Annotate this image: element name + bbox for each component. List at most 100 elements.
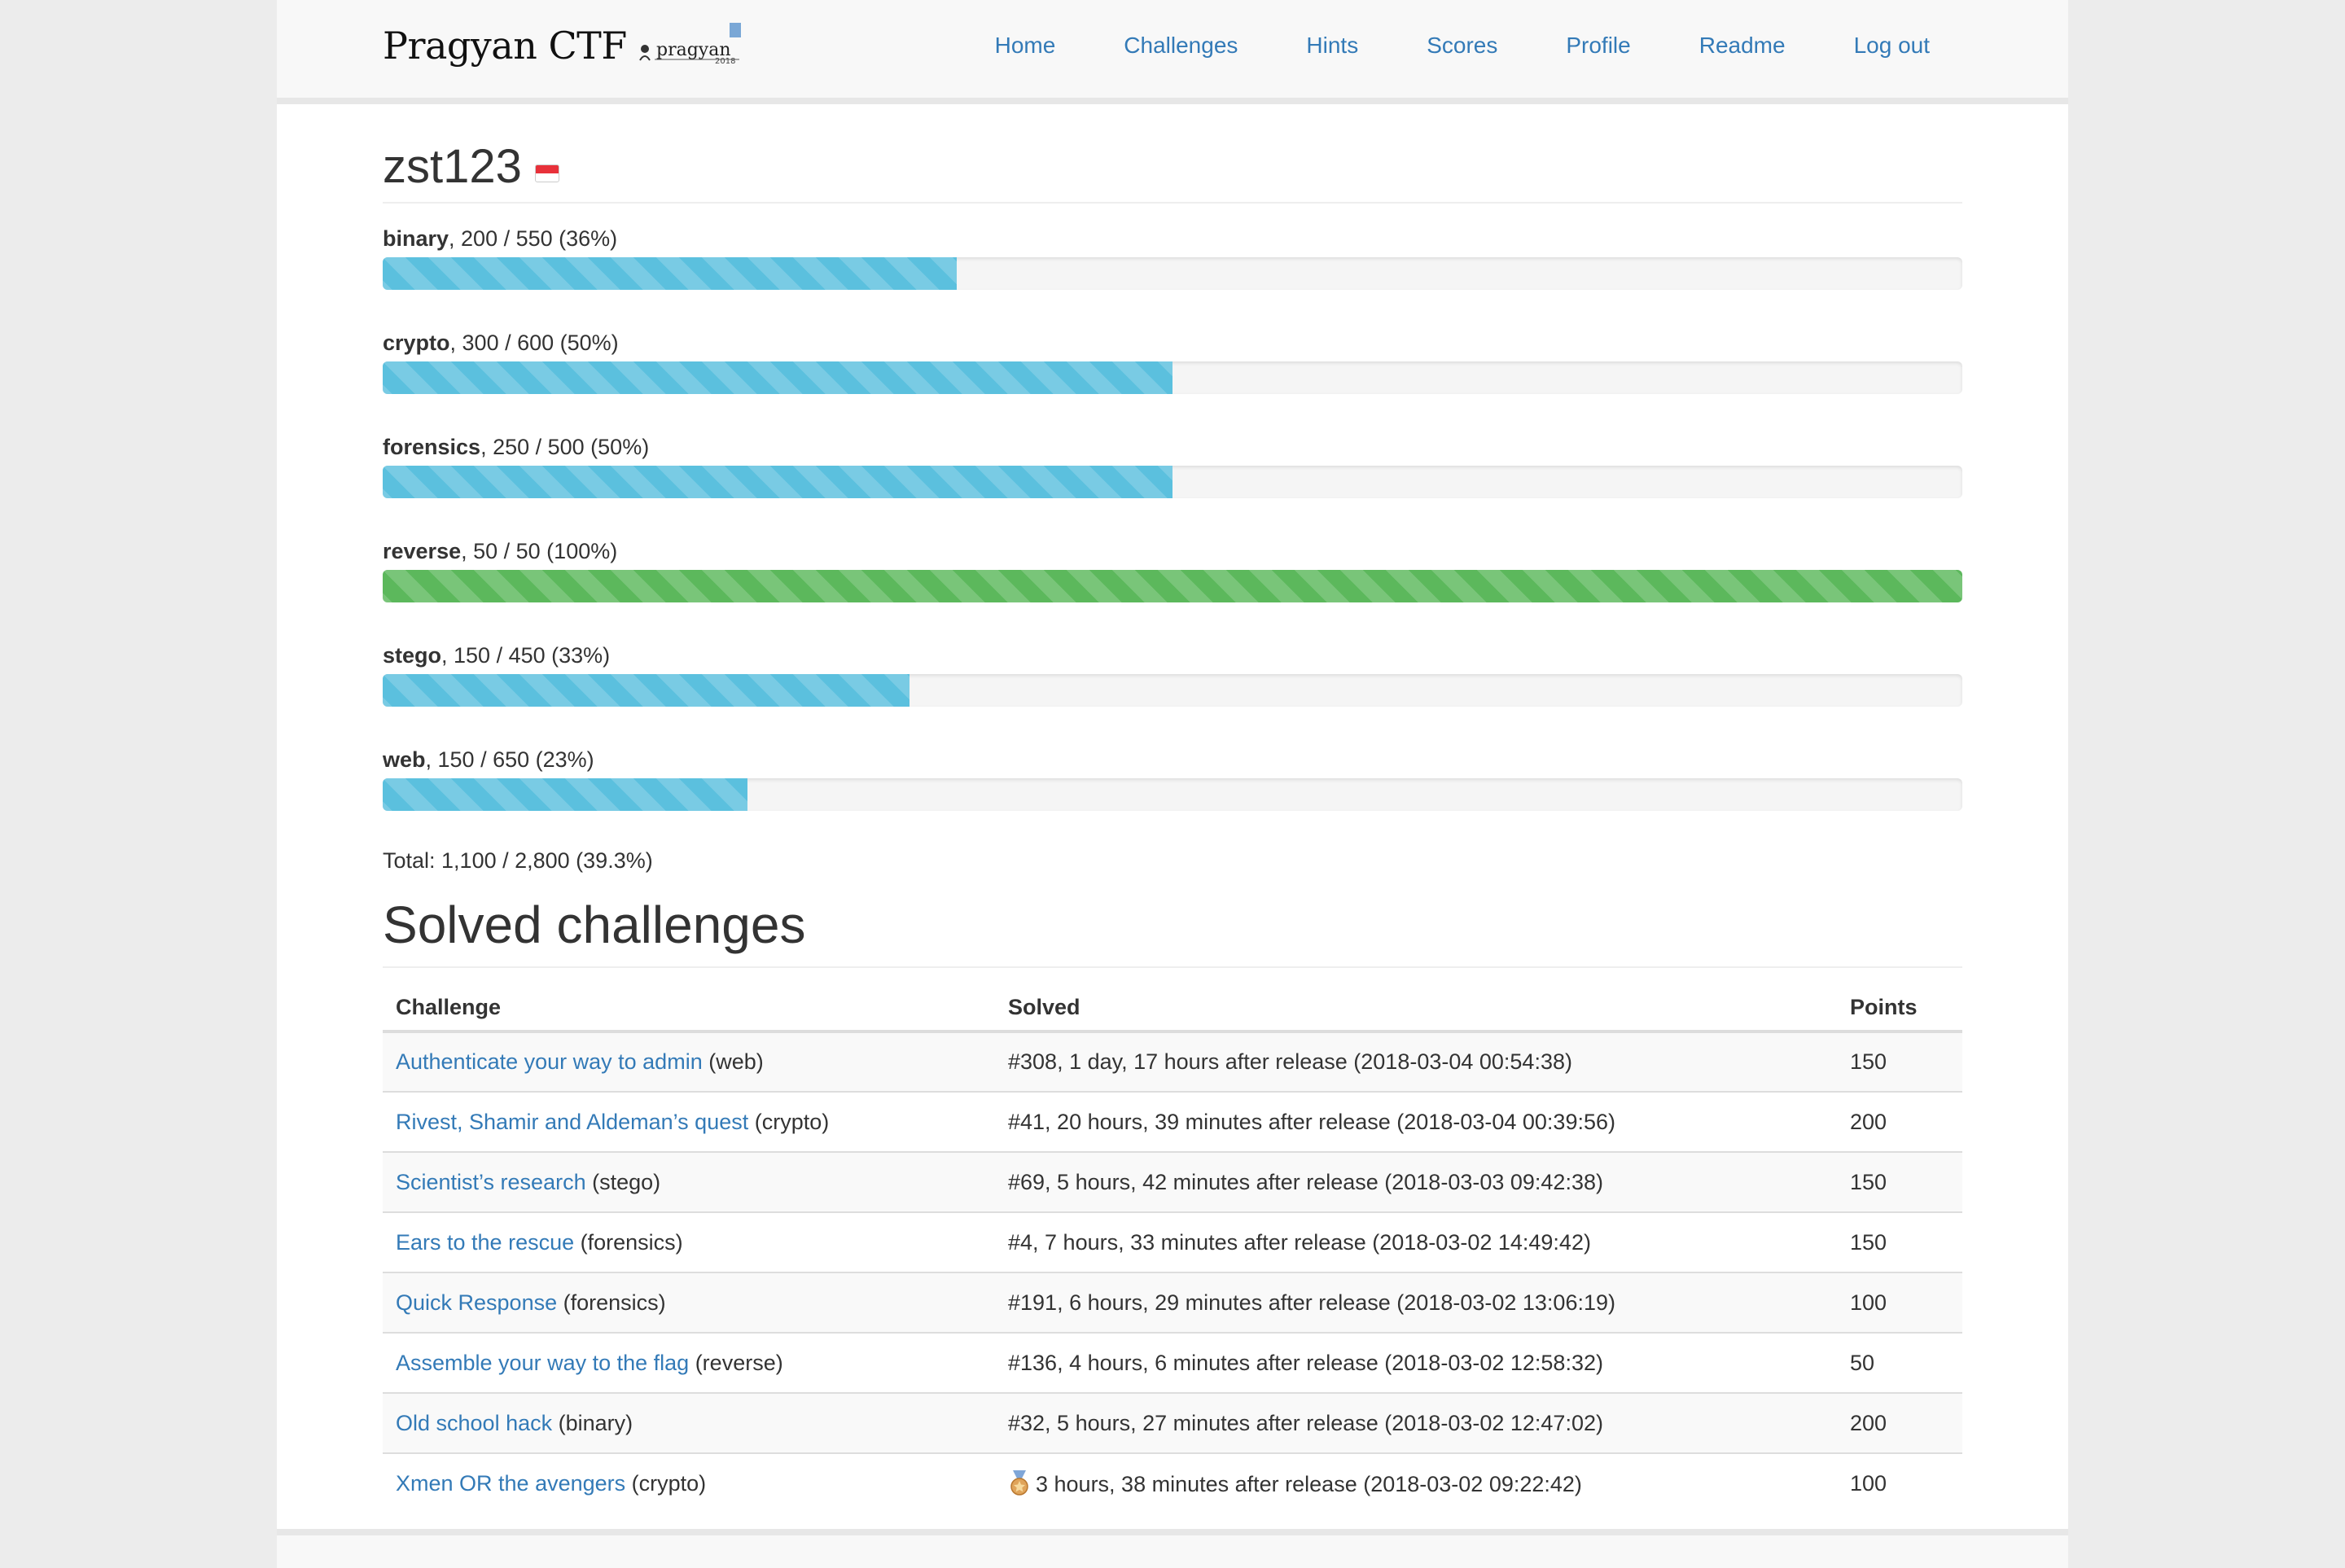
user-header: zst123 [383,138,1962,204]
challenge-cell: Ears to the rescue (forensics) [383,1211,995,1272]
solved-cell: #191, 6 hours, 29 minutes after release … [995,1272,1837,1333]
nav-scores[interactable]: Scores [1427,33,1497,59]
progress-fill [383,466,1172,498]
challenge-link[interactable]: Rivest, Shamir and Aldeman’s quest [396,1110,748,1134]
category-forensics: forensics, 250 / 500 (50%) [383,433,1962,498]
username: zst123 [383,139,522,193]
solved-info: 3 hours, 38 minutes after release (2018-… [1036,1472,1582,1496]
flag-icon [534,164,559,182]
category-label: reverse, 50 / 50 (100%) [383,537,1962,565]
challenge-category: (reverse) [689,1350,783,1375]
solved-cell: #69, 5 hours, 42 minutes after release (… [995,1151,1837,1212]
challenge-category: (crypto) [625,1471,707,1496]
points-cell: 100 [1837,1452,1962,1513]
category-stats: , 50 / 50 (100%) [461,539,618,563]
challenge-category: (stego) [585,1169,661,1194]
solved-info: #32, 5 hours, 27 minutes after release (… [1008,1410,1603,1435]
category-web: web, 150 / 650 (23%) [383,746,1962,811]
challenge-link[interactable]: Assemble your way to the flag [396,1351,689,1375]
category-stats: , 150 / 450 (33%) [441,643,611,668]
solved-cell: #136, 4 hours, 6 minutes after release (… [995,1332,1837,1393]
progress-fill [383,674,910,707]
solved-info: #41, 20 hours, 39 minutes after release … [1008,1109,1615,1134]
nav-home[interactable]: Home [995,33,1056,59]
points-cell: 200 [1837,1091,1962,1152]
category-reverse: reverse, 50 / 50 (100%) [383,537,1962,602]
category-stats: , 300 / 600 (50%) [449,331,619,355]
category-stego: stego, 150 / 450 (33%) [383,642,1962,707]
challenge-link[interactable]: Quick Response [396,1290,557,1315]
solved-rows: Authenticate your way to admin (web) #308… [383,1031,1962,1513]
challenge-category: (forensics) [574,1229,683,1255]
challenge-cell: Quick Response (forensics) [383,1272,995,1333]
challenge-category: (web) [702,1049,764,1074]
col-solved: Solved [995,984,1837,1033]
category-label: web, 150 / 650 (23%) [383,746,1962,773]
points-cell: 150 [1837,1031,1962,1092]
challenge-link[interactable]: Old school hack [396,1411,552,1435]
nav-readme[interactable]: Readme [1699,33,1786,59]
brand-title: Pragyan CTF [383,24,627,68]
solved-cell: #4, 7 hours, 33 minutes after release (2… [995,1211,1837,1272]
challenge-cell: Assemble your way to the flag (reverse) [383,1332,995,1393]
solved-cell: #32, 5 hours, 27 minutes after release (… [995,1392,1837,1453]
solved-title: Solved challenges [383,895,1962,968]
category-stats: , 250 / 500 (50%) [480,435,650,459]
solved-info: #191, 6 hours, 29 minutes after release … [1008,1290,1615,1315]
solved-info: #69, 5 hours, 42 minutes after release (… [1008,1169,1603,1194]
points-cell: 100 [1837,1272,1962,1333]
challenge-category: (forensics) [557,1290,666,1315]
svg-text:2018: 2018 [715,57,735,66]
category-stats: , 200 / 550 (36%) [449,226,618,251]
col-points: Points [1837,984,1962,1033]
points-cell: 50 [1837,1332,1962,1393]
pragyan-logo: pragyan 2018 [633,21,756,70]
profile-content: zst123 binary, 200 / 550 (36%) crypto, 30… [383,138,1962,1513]
challenge-link[interactable]: Scientist’s research [396,1170,586,1194]
table-header-row: Challenge Solved Points [383,984,1962,1033]
table-row: Old school hack (binary) #32, 5 hours, 27… [383,1392,1962,1453]
points-cell: 150 [1837,1211,1962,1272]
progress-bar [383,570,1962,602]
category-name: reverse [383,539,462,563]
nav-challenges[interactable]: Challenges [1124,33,1238,59]
challenge-cell: Xmen OR the avengers (crypto) [383,1452,995,1513]
category-name: web [383,747,426,772]
table-row: Authenticate your way to admin (web) #308… [383,1031,1962,1092]
table-row: Ears to the rescue (forensics) #4, 7 hour… [383,1211,1962,1272]
nav-profile[interactable]: Profile [1566,33,1630,59]
challenge-link[interactable]: Xmen OR the avengers [396,1471,625,1496]
category-crypto: crypto, 300 / 600 (50%) [383,329,1962,394]
solved-cell: #308, 1 day, 17 hours after release (201… [995,1031,1837,1092]
category-progress-list: binary, 200 / 550 (36%) crypto, 300 / 600… [383,225,1962,811]
category-label: forensics, 250 / 500 (50%) [383,433,1962,461]
progress-bar [383,361,1962,394]
solved-info: #136, 4 hours, 6 minutes after release (… [1008,1350,1603,1375]
challenge-category: (binary) [552,1410,633,1435]
main-nav: Home Challenges Hints Scores Profile Rea… [995,33,1930,59]
nav-hints[interactable]: Hints [1306,33,1358,59]
solved-info: #4, 7 hours, 33 minutes after release (2… [1008,1229,1591,1255]
challenge-cell: Authenticate your way to admin (web) [383,1031,995,1092]
challenge-link[interactable]: Ears to the rescue [396,1230,574,1255]
col-challenge: Challenge [383,984,995,1033]
table-row: Assemble your way to the flag (reverse) #… [383,1332,1962,1393]
total-score: Total: 1,100 / 2,800 (39.3%) [383,848,653,873]
progress-bar [383,466,1962,498]
progress-fill [383,361,1172,394]
brand-link[interactable]: Pragyan CTF pragyan 2018 [383,21,756,70]
challenge-cell: Old school hack (binary) [383,1392,995,1453]
progress-bar [383,778,1962,811]
table-row: Scientist’s research (stego) #69, 5 hours… [383,1151,1962,1212]
challenge-link[interactable]: Authenticate your way to admin [396,1049,703,1074]
progress-fill [383,257,958,290]
category-label: stego, 150 / 450 (33%) [383,642,1962,669]
solved-cell: 3 hours, 38 minutes after release (2018-… [995,1452,1837,1513]
category-name: crypto [383,331,450,355]
category-binary: binary, 200 / 550 (36%) [383,225,1962,290]
category-name: binary [383,226,449,251]
challenge-cell: Scientist’s research (stego) [383,1151,995,1212]
nav-logout[interactable]: Log out [1854,33,1930,59]
medal-icon [1008,1470,1031,1496]
progress-bar [383,674,1962,707]
